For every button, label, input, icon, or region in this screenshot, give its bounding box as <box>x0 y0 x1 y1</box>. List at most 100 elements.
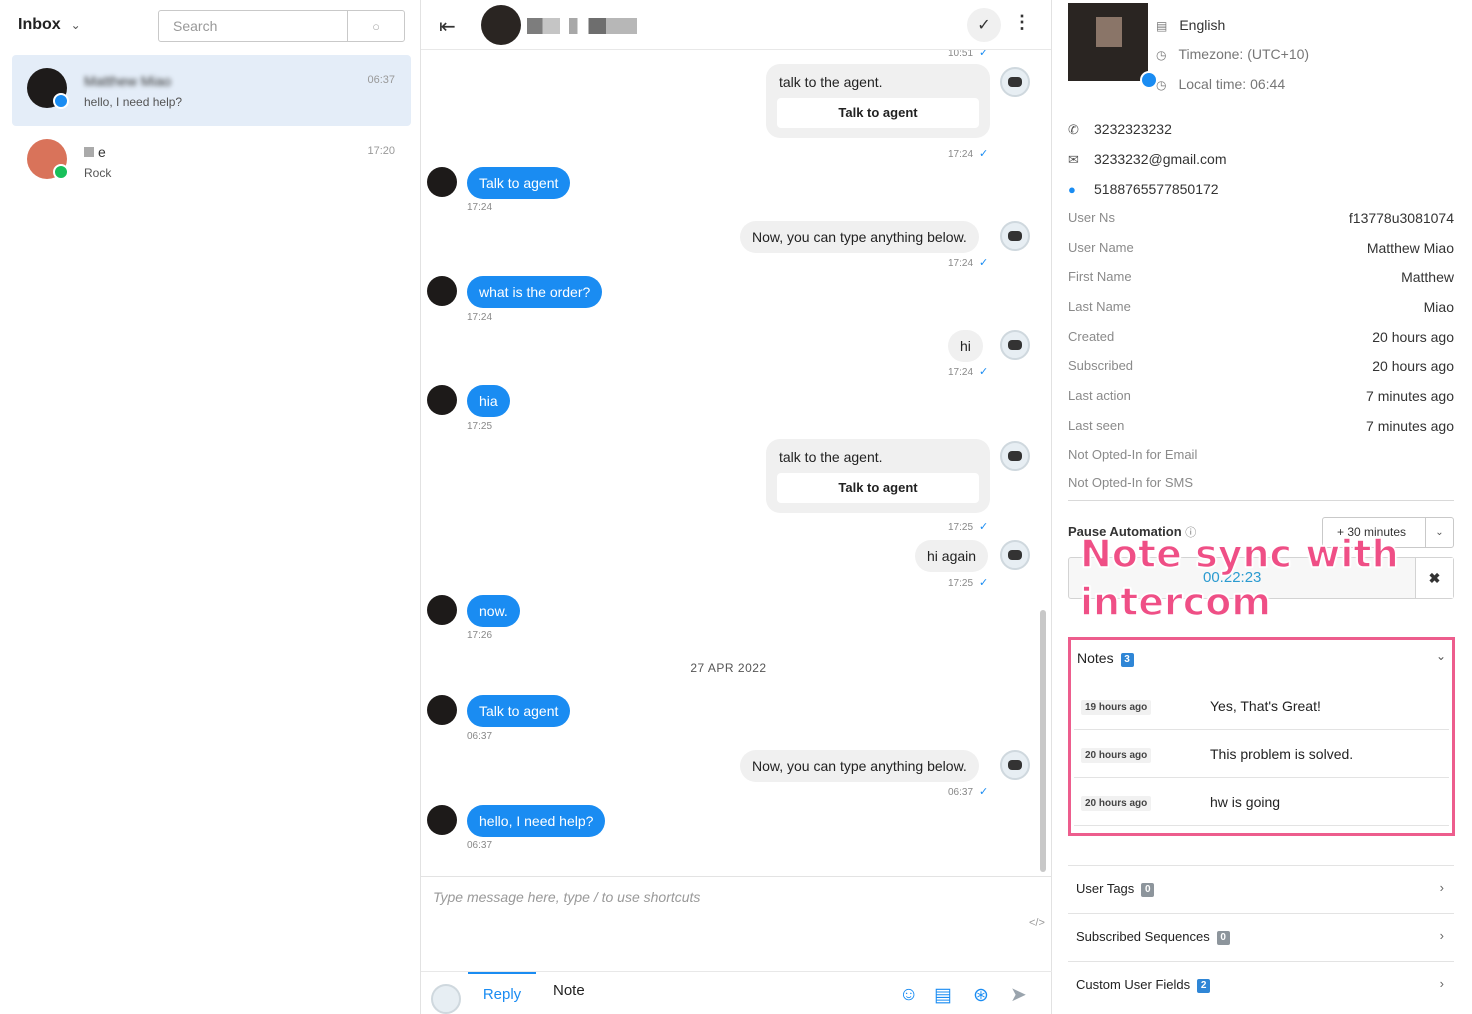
message-time: 06:37 ✓ <box>948 785 988 798</box>
phone-value[interactable]: 3232323232 <box>1094 121 1172 137</box>
field-row: User Name Matthew Miao <box>1068 240 1454 256</box>
message-feed[interactable]: 10:51 ✓ talk to the agent. Talk to agent … <box>421 50 1052 876</box>
note-text: hw is going <box>1210 794 1281 810</box>
subscribed-sequences-section[interactable]: Subscribed Sequences 0 › <box>1068 913 1454 961</box>
clock-icon: ◷ <box>1156 48 1167 62</box>
bot-avatar <box>1000 330 1030 360</box>
message-time: 17:25 <box>467 421 493 432</box>
note-time: 19 hours ago <box>1081 700 1152 715</box>
search-icon[interactable]: ○ <box>348 11 404 41</box>
field-label: Last Name <box>1068 299 1131 314</box>
tab-note[interactable]: Note <box>553 982 585 999</box>
chevron-right-icon: › <box>1439 880 1444 895</box>
message-time: 17:24 <box>467 202 493 213</box>
user-message: hello, I need help? <box>467 805 606 837</box>
user-message: Talk to agent <box>467 167 571 199</box>
tab-reply[interactable]: Reply <box>468 972 536 1014</box>
user-avatar <box>427 276 457 306</box>
field-value: f13778u3081074 <box>1348 210 1454 226</box>
note-time: 20 hours ago <box>1081 748 1152 763</box>
code-icon[interactable]: </> <box>1029 917 1045 929</box>
field-value: 7 minutes ago <box>1366 418 1454 434</box>
line-icon <box>53 164 69 180</box>
section-label: User Tags 0 <box>1076 881 1155 897</box>
message-time: 17:25 ✓ <box>948 520 988 533</box>
field-label: Last action <box>1068 388 1131 403</box>
more-options-icon[interactable]: ⋮ <box>1013 12 1031 33</box>
close-icon[interactable]: ✖ <box>1415 558 1453 598</box>
chevron-down-icon[interactable]: ⌄ <box>71 18 81 32</box>
conversation-name: Matthew Miao <box>84 73 172 89</box>
annotation-callout: Note sync with intercom <box>1079 531 1399 625</box>
talk-to-agent-button[interactable]: Talk to agent <box>777 98 979 128</box>
conversation-item[interactable]: Matthew Miao hello, I need help? 06:37 <box>12 55 411 126</box>
bot-card-text: talk to the agent. <box>779 74 883 90</box>
field-label: First Name <box>1068 269 1132 284</box>
email-value[interactable]: 3233232@gmail.com <box>1094 151 1227 167</box>
message-time: 17:26 <box>467 630 493 641</box>
resolve-check-icon[interactable]: ✓ <box>967 8 1001 42</box>
timezone-row: ◷ Timezone: (UTC+10) <box>1156 46 1309 62</box>
field-row: User Ns f13778u3081074 <box>1068 210 1454 226</box>
conversation-time: 06:37 <box>367 74 395 86</box>
note-item[interactable]: 20 hours ago This problem is solved. <box>1074 730 1449 778</box>
conversation-preview: Rock <box>84 166 112 180</box>
field-value: Miao <box>1423 299 1454 315</box>
message-time: 17:24 ✓ <box>948 147 988 160</box>
field-row: First Name Matthew <box>1068 269 1454 285</box>
count-badge: 0 <box>1141 883 1155 897</box>
field-row: Created 20 hours ago <box>1068 329 1454 345</box>
notes-label: Notes <box>1077 650 1114 666</box>
user-tags-section[interactable]: User Tags 0 › <box>1068 865 1454 913</box>
contact-name-pixelated <box>527 18 637 34</box>
inbox-title[interactable]: Inbox <box>18 16 61 34</box>
composer: Type message here, type / to use shortcu… <box>421 876 1052 1014</box>
count-badge: 0 <box>1216 931 1230 945</box>
conversation-time: 17:20 <box>367 145 395 157</box>
time-text: 17:24 <box>948 149 974 160</box>
chevron-down-icon[interactable]: ⌄ <box>1436 649 1446 663</box>
time-text: 06:37 <box>948 787 974 798</box>
note-item[interactable]: 20 hours ago hw is going <box>1074 778 1449 826</box>
emoji-icon[interactable]: ☺ <box>899 984 918 1006</box>
translate-icon: ▤ <box>1156 19 1168 33</box>
contact-avatar[interactable] <box>481 5 521 45</box>
bot-message: Now, you can type anything below. <box>740 750 979 782</box>
feed-scrollbar[interactable] <box>1040 610 1046 872</box>
field-row: Subscribed 20 hours ago <box>1068 358 1454 374</box>
divider <box>1068 500 1454 501</box>
read-check-icon: ✓ <box>979 148 989 160</box>
custom-user-fields-section[interactable]: Custom User Fields 2 › <box>1068 961 1454 1009</box>
send-icon[interactable]: ➤ <box>1010 982 1027 1007</box>
read-check-icon: ✓ <box>979 366 989 378</box>
email-row: ✉ 3233232@gmail.com <box>1068 151 1227 168</box>
bot-message: Now, you can type anything below. <box>740 221 979 253</box>
chevron-down-icon[interactable]: ⌄ <box>1425 518 1453 547</box>
notes-header[interactable]: Notes 3 <box>1077 650 1134 667</box>
image-icon[interactable]: ▤ <box>934 984 952 1007</box>
conversation-item[interactable]: e Rock 17:20 <box>12 126 411 197</box>
chat-header: ⇤ ✓ ⋮ <box>421 0 1051 50</box>
message-time: 10:51 ✓ <box>948 50 988 59</box>
chevron-right-icon: › <box>1439 928 1444 943</box>
flow-icon[interactable]: ⊛ <box>973 984 989 1007</box>
note-item[interactable]: 19 hours ago Yes, That's Great! <box>1074 682 1449 730</box>
read-check-icon: ✓ <box>979 257 989 269</box>
field-label: Created <box>1068 329 1115 344</box>
user-message: what is the order? <box>467 276 603 308</box>
messenger-row: ● 5188765577850172 <box>1068 181 1219 197</box>
field-value: Matthew Miao <box>1366 240 1454 256</box>
messenger-icon <box>53 93 69 109</box>
search-input[interactable]: Search <box>159 11 348 41</box>
local-time-row: ◷ Local time: 06:44 <box>1156 76 1285 92</box>
talk-to-agent-button[interactable]: Talk to agent <box>777 473 979 503</box>
message-input[interactable]: Type message here, type / to use shortcu… <box>433 889 700 905</box>
user-avatar <box>427 595 457 625</box>
message-time: 17:24 <box>467 312 493 323</box>
time-text: 17:24 <box>948 367 974 378</box>
profile-panel: ▤ English ◷ Timezone: (UTC+10) ◷ Local time… <box>1052 0 1472 1014</box>
collapse-sidebar-icon[interactable]: ⇤ <box>439 14 456 39</box>
search-box[interactable]: Search ○ <box>158 10 405 42</box>
notes-count-badge: 3 <box>1120 653 1134 667</box>
bot-avatar <box>1000 750 1030 780</box>
